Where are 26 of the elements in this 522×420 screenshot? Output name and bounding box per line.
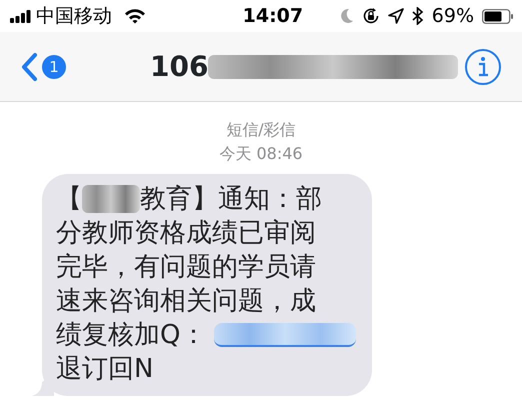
clock-time: 14:07 bbox=[242, 4, 304, 29]
battery-icon bbox=[482, 8, 514, 24]
blurred-link[interactable] bbox=[214, 323, 356, 347]
message-text: 绩复核加Q： bbox=[56, 319, 206, 352]
signal-icon bbox=[10, 9, 32, 23]
message-text: 退订回N bbox=[56, 353, 154, 386]
carrier-name: 中国移动 bbox=[36, 4, 112, 29]
message-text: 分教师资格成绩已审阅 bbox=[56, 217, 316, 250]
back-chevron-icon bbox=[20, 52, 38, 82]
info-button[interactable] bbox=[464, 48, 502, 86]
wifi-icon bbox=[124, 8, 146, 24]
message-text: 教育】通知：部 bbox=[140, 183, 322, 216]
location-icon bbox=[388, 8, 404, 24]
message-text: 完毕，有问题的学员请 bbox=[56, 251, 316, 284]
contact-number: 106 bbox=[150, 48, 208, 84]
unread-count: 1 bbox=[42, 54, 66, 78]
moon-icon bbox=[340, 8, 354, 24]
message-text: 速来咨询相关问题，成 bbox=[56, 285, 316, 318]
message-text: 【 bbox=[56, 183, 82, 216]
battery-percentage: 69% bbox=[432, 4, 474, 29]
rotation-lock-icon bbox=[362, 7, 380, 25]
blurred-text bbox=[82, 185, 140, 213]
message-timestamp: 今天 08:46 bbox=[219, 144, 303, 163]
service-label: 短信/彩信 bbox=[226, 120, 296, 139]
back-button[interactable]: 1 bbox=[20, 52, 66, 82]
bluetooth-icon bbox=[412, 7, 424, 25]
